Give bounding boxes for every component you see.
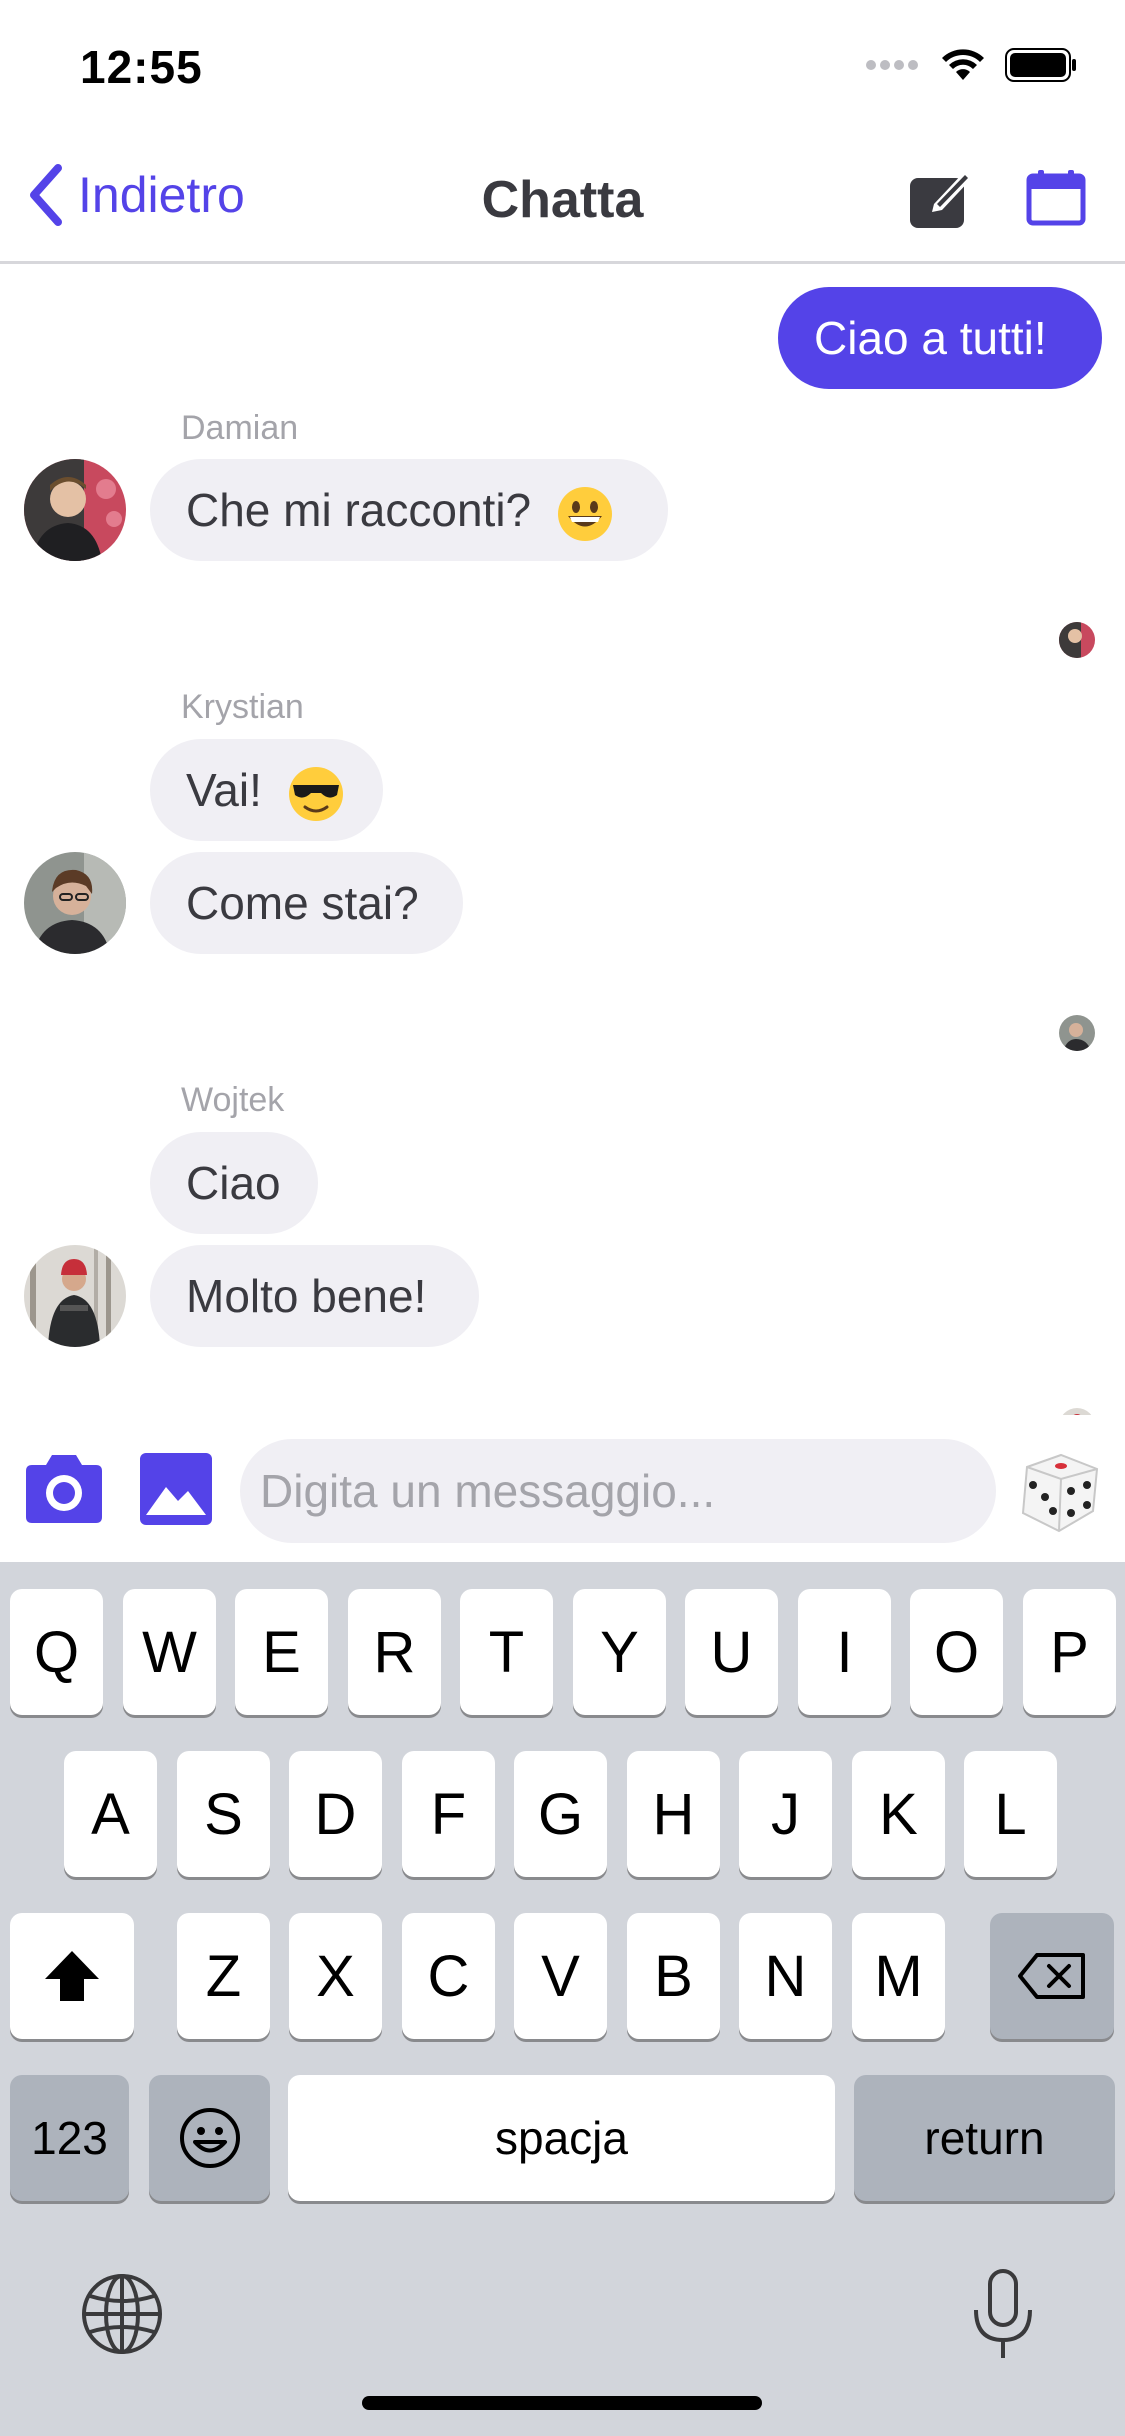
sender-name: Wojtek (181, 1081, 285, 1119)
calendar-icon (1026, 170, 1086, 226)
compose-icon (910, 172, 972, 228)
message-bubble-incoming[interactable]: Che mi racconti? (150, 459, 668, 561)
key-w[interactable]: W (123, 1589, 216, 1715)
message-composer (0, 1415, 1125, 1562)
key-k[interactable]: K (852, 1751, 945, 1877)
avatar-wojtek[interactable] (24, 1245, 126, 1347)
read-receipt-avatar (1059, 1015, 1095, 1051)
globe-icon (82, 2274, 162, 2354)
status-time: 12:55 (80, 41, 203, 93)
key-b[interactable]: B (627, 1913, 720, 2039)
message-text: Che mi racconti? (186, 484, 532, 536)
compose-button[interactable] (908, 166, 972, 230)
key-z[interactable]: Z (177, 1913, 270, 2039)
key-c[interactable]: C (402, 1913, 495, 2039)
key-d[interactable]: D (289, 1751, 382, 1877)
camera-icon (26, 1455, 102, 1523)
status-bar: 12:55 (0, 0, 1125, 132)
key-m[interactable]: M (852, 1913, 945, 2039)
key-v[interactable]: V (514, 1913, 607, 2039)
key-o[interactable]: O (910, 1589, 1003, 1715)
status-icons (865, 48, 1077, 82)
image-button[interactable] (140, 1453, 212, 1530)
keyboard: Q W E R T Y U I O P A S D F G H J K L Z … (0, 1562, 1125, 2436)
key-f[interactable]: F (402, 1751, 495, 1877)
key-r[interactable]: R (348, 1589, 441, 1715)
avatar-damian[interactable] (24, 459, 126, 561)
key-l[interactable]: L (964, 1751, 1057, 1877)
message-bubble-incoming[interactable]: Come stai? (150, 852, 463, 954)
shift-icon (45, 1951, 99, 2001)
grinning-emoji-icon (557, 486, 612, 541)
space-key[interactable]: spacja (288, 2075, 835, 2201)
key-t[interactable]: T (460, 1589, 553, 1715)
key-n[interactable]: N (739, 1913, 832, 2039)
sunglasses-emoji-icon (288, 766, 343, 821)
key-p[interactable]: P (1023, 1589, 1116, 1715)
numbers-key[interactable]: 123 (10, 2075, 129, 2201)
signal-icon (866, 60, 918, 70)
message-input[interactable] (240, 1439, 996, 1543)
key-u[interactable]: U (685, 1589, 778, 1715)
shift-key[interactable] (10, 1913, 134, 2039)
emoji-face-icon (179, 2108, 240, 2168)
emoji-key[interactable] (149, 2075, 270, 2201)
message-bubble-outgoing[interactable]: Ciao a tutti! (778, 287, 1102, 389)
dice-icon (1021, 1453, 1099, 1533)
chat-area[interactable]: Ciao a tutti! Damian Che mi racconti? Kr… (0, 267, 1125, 1415)
wifi-icon (942, 49, 984, 80)
key-s[interactable]: S (177, 1751, 270, 1877)
calendar-button[interactable] (1026, 170, 1090, 234)
key-i[interactable]: I (798, 1589, 891, 1715)
return-key[interactable]: return (854, 2075, 1115, 2201)
key-x[interactable]: X (289, 1913, 382, 2039)
message-bubble-incoming[interactable]: Vai! (150, 739, 383, 841)
key-j[interactable]: J (739, 1751, 832, 1877)
read-receipt-avatar (1059, 622, 1095, 658)
message-bubble-incoming[interactable]: Ciao (150, 1132, 318, 1234)
home-indicator (362, 2396, 762, 2410)
nav-bar: Indietro Chatta (0, 132, 1125, 264)
dice-button[interactable] (1015, 1451, 1101, 1540)
backspace-icon (1018, 1953, 1085, 1999)
key-y[interactable]: Y (573, 1589, 666, 1715)
avatar-krystian[interactable] (24, 852, 126, 954)
image-icon (140, 1453, 212, 1525)
microphone-icon (974, 2269, 1032, 2358)
back-label: Indietro (78, 167, 245, 223)
camera-button[interactable] (22, 1453, 106, 1528)
key-g[interactable]: G (514, 1751, 607, 1877)
back-button[interactable]: Indietro (26, 164, 245, 226)
key-a[interactable]: A (64, 1751, 157, 1877)
globe-button[interactable] (80, 2272, 164, 2361)
read-receipt-avatar (1059, 1408, 1095, 1415)
message-bubble-incoming[interactable]: Molto bene! (150, 1245, 479, 1347)
sender-name: Krystian (181, 688, 304, 726)
key-h[interactable]: H (627, 1751, 720, 1877)
battery-icon (1005, 48, 1076, 82)
message-text: Vai! (186, 764, 262, 816)
dictation-button[interactable] (970, 2268, 1036, 2367)
key-e[interactable]: E (235, 1589, 328, 1715)
key-q[interactable]: Q (10, 1589, 103, 1715)
chevron-left-icon (30, 164, 62, 226)
backspace-key[interactable] (990, 1913, 1114, 2039)
sender-name: Damian (181, 409, 299, 447)
